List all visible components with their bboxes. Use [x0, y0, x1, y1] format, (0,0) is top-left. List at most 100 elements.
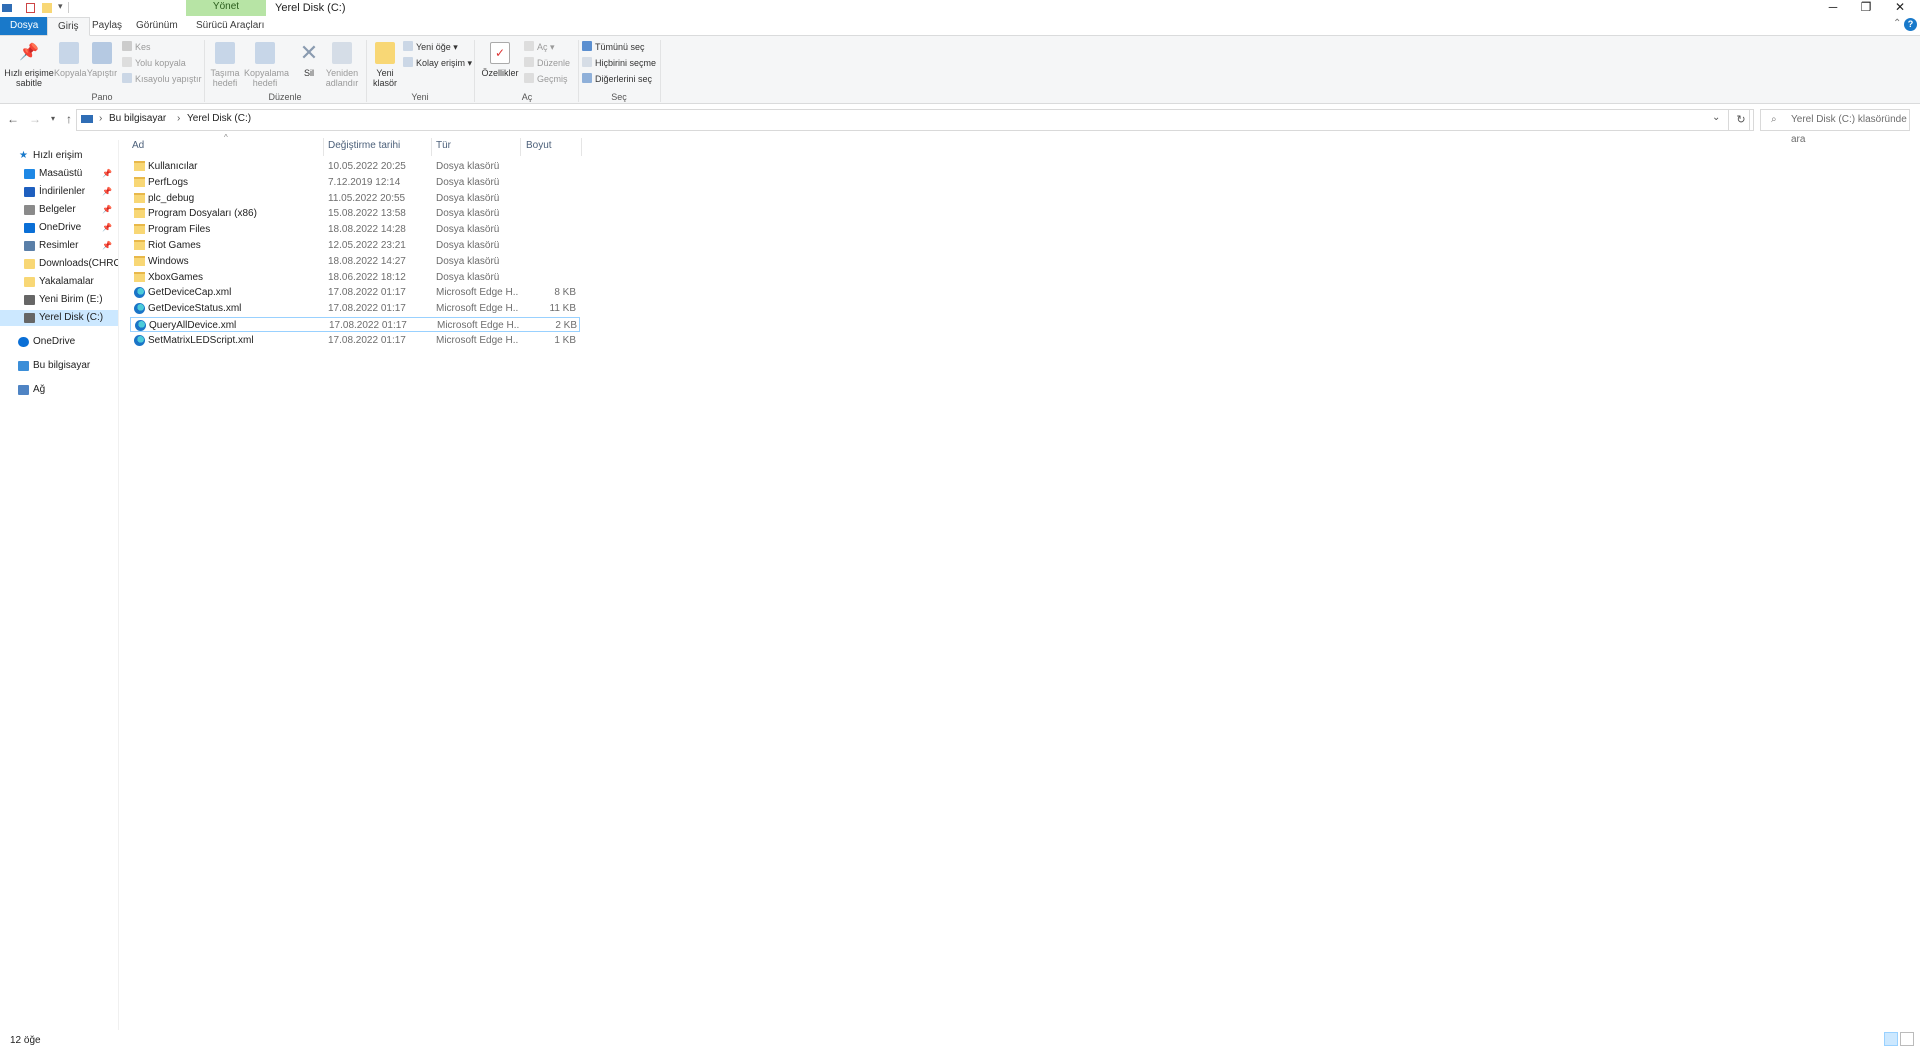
open-button[interactable]: Aç ▾: [524, 40, 570, 54]
copy-button[interactable]: Kopyala: [54, 42, 87, 78]
cell-name: Program Dosyaları (x86): [148, 208, 257, 220]
move-to-button[interactable]: Taşıma hedefi: [208, 42, 242, 88]
pin-quick-access-button[interactable]: 📌 Hızlı erişime sabitle: [4, 42, 54, 88]
folder-icon: [134, 176, 145, 187]
sidebar-item[interactable]: Downloads(CHROM: [0, 256, 118, 272]
group-label-new: Yeni: [411, 92, 429, 102]
sidebar-item[interactable]: Yerel Disk (C:): [0, 310, 118, 326]
column-header-type[interactable]: Tür: [436, 138, 516, 154]
table-row[interactable]: Program Dosyaları (x86) 15.08.2022 13:58 D…: [130, 206, 580, 221]
details-view-icon[interactable]: [1884, 1032, 1898, 1046]
table-row[interactable]: Riot Games 12.05.2022 23:21 Dosya klasörü: [130, 238, 580, 253]
tab-drive-tools[interactable]: Sürücü Araçları: [186, 17, 274, 35]
cell-name: PerfLogs: [148, 176, 189, 188]
nav-onedrive-label: OneDrive: [33, 336, 76, 347]
nav-quick-access[interactable]: ★ Hızlı erişim: [0, 148, 118, 164]
copy-path-button[interactable]: Yolu kopyala: [122, 56, 202, 70]
star-icon: ★: [19, 150, 28, 161]
table-row[interactable]: QueryAllDevice.xml 17.08.2022 01:17 Micros…: [130, 317, 580, 332]
invert-selection-button[interactable]: Diğerlerini seç: [582, 72, 656, 86]
context-tab-manage[interactable]: Yönet: [186, 0, 266, 16]
easy-access-button[interactable]: Kolay erişim ▾: [403, 56, 472, 70]
breadcrumb-local-disk[interactable]: Yerel Disk (C:): [187, 113, 251, 124]
cell-name: GetDeviceStatus.xml: [148, 303, 242, 315]
edit-label: Düzenle: [537, 58, 571, 68]
nav-network[interactable]: Ağ: [0, 382, 118, 398]
divider[interactable]: [323, 138, 324, 156]
table-row[interactable]: XboxGames 18.06.2022 18:12 Dosya klasörü: [130, 270, 580, 285]
folder-icon: [134, 224, 145, 235]
delete-button[interactable]: ✕ Sil: [294, 40, 324, 79]
properties-icon[interactable]: [26, 3, 35, 13]
new-item-button[interactable]: Yeni öğe ▾: [403, 40, 472, 54]
column-header-date[interactable]: Değiştirme tarihi: [328, 138, 428, 154]
chevron-up-icon[interactable]: ⌃: [1893, 18, 1901, 29]
rename-button[interactable]: Yeniden adlandır: [324, 42, 360, 88]
divider[interactable]: [581, 138, 582, 156]
column-header-name[interactable]: Ad: [132, 138, 312, 154]
table-row[interactable]: GetDeviceCap.xml 17.08.2022 01:17 Microsof…: [130, 285, 580, 300]
table-row[interactable]: SetMatrixLEDScript.xml 17.08.2022 01:17 Mi…: [130, 333, 580, 348]
help-icon[interactable]: ?: [1904, 18, 1917, 31]
sidebar-item-label: Yerel Disk (C:): [39, 312, 104, 323]
table-row[interactable]: Windows 18.08.2022 14:27 Dosya klasörü: [130, 254, 580, 269]
divider: [68, 2, 69, 13]
copy-to-button[interactable]: Kopyalama hedefi: [244, 42, 289, 88]
history-button[interactable]: Geçmiş: [524, 72, 570, 86]
cell-type: Dosya klasörü: [436, 240, 500, 251]
cell-name: Program Files: [148, 224, 211, 236]
edit-button[interactable]: Düzenle: [524, 56, 570, 70]
edit-icon: [524, 57, 534, 67]
divider[interactable]: [520, 138, 521, 156]
sidebar-item[interactable]: Yeni Birim (E:): [0, 292, 118, 308]
table-row[interactable]: plc_debug 11.05.2022 20:55 Dosya klasörü: [130, 191, 580, 206]
new-folder-button[interactable]: Yeni klasör: [370, 42, 400, 88]
delete-icon: ✕: [299, 40, 319, 65]
address-bar[interactable]: › Bu bilgisayar › Yerel Disk (C:) ⌄: [76, 109, 1750, 131]
refresh-icon[interactable]: ↻: [1728, 109, 1754, 131]
nav-this-pc[interactable]: Bu bilgisayar: [0, 358, 118, 374]
close-button[interactable]: ✕: [1877, 0, 1920, 16]
sidebar-item[interactable]: OneDrive 📌: [0, 220, 118, 236]
select-all-button[interactable]: Tümünü seç: [582, 40, 656, 54]
sidebar-item[interactable]: Belgeler 📌: [0, 202, 118, 218]
tab-view[interactable]: Görünüm: [126, 17, 188, 35]
new-folder-label: Yeni klasör: [372, 68, 397, 88]
chevron-down-icon[interactable]: ⌄: [1712, 112, 1720, 123]
table-row[interactable]: GetDeviceStatus.xml 17.08.2022 01:17 Micro…: [130, 301, 580, 316]
edge-icon: [134, 334, 145, 346]
paste-shortcut-button[interactable]: Kısayolu yapıştır: [122, 72, 202, 86]
table-row[interactable]: PerfLogs 7.12.2019 12:14 Dosya klasörü: [130, 175, 580, 190]
large-icons-view-icon[interactable]: [1900, 1032, 1914, 1046]
cell-type: Dosya klasörü: [436, 271, 500, 283]
open-label: Aç: [537, 42, 548, 52]
nav-onedrive[interactable]: OneDrive: [0, 334, 118, 350]
paste-button[interactable]: Yapıştır: [86, 42, 118, 78]
cut-button[interactable]: Kes: [122, 40, 202, 54]
search-box[interactable]: ⌕ Yerel Disk (C:) klasöründe ara: [1760, 109, 1910, 145]
breadcrumb-this-pc[interactable]: Bu bilgisayar: [109, 113, 166, 124]
chevron-down-icon[interactable]: ▾: [58, 1, 63, 12]
cell-type: Dosya klasörü: [436, 161, 500, 172]
back-arrow-icon[interactable]: ←: [4, 110, 22, 128]
cell-name: Windows: [148, 255, 189, 267]
sidebar-item[interactable]: Resimler 📌: [0, 238, 118, 254]
sidebar-item[interactable]: Masaüstü 📌: [0, 166, 118, 182]
new-folder-icon[interactable]: [42, 3, 52, 13]
properties-button[interactable]: ✓ Özellikler: [478, 42, 522, 78]
sidebar-item[interactable]: Yakalamalar: [0, 274, 118, 290]
open-icon: [524, 41, 534, 51]
divider[interactable]: [431, 138, 432, 156]
select-none-button[interactable]: Hiçbirini seçme: [582, 56, 656, 70]
table-row[interactable]: Program Files 18.08.2022 14:28 Dosya klasö…: [130, 222, 580, 237]
column-header-size[interactable]: Boyut: [526, 138, 576, 154]
tab-file[interactable]: Dosya: [0, 17, 49, 35]
folder-icon: [134, 161, 145, 171]
ribbon: 📌 Hızlı erişime sabitle Kopyala Yapıştır…: [0, 36, 1920, 104]
forward-arrow-icon[interactable]: →: [26, 110, 44, 128]
scissors-icon: [122, 41, 132, 51]
tab-share[interactable]: Paylaş: [82, 17, 132, 35]
sidebar-item[interactable]: İndirilenler 📌: [0, 184, 118, 200]
table-row[interactable]: Kullanıcılar 10.05.2022 20:25 Dosya klasör…: [130, 159, 580, 174]
drive-icon: [81, 115, 93, 123]
